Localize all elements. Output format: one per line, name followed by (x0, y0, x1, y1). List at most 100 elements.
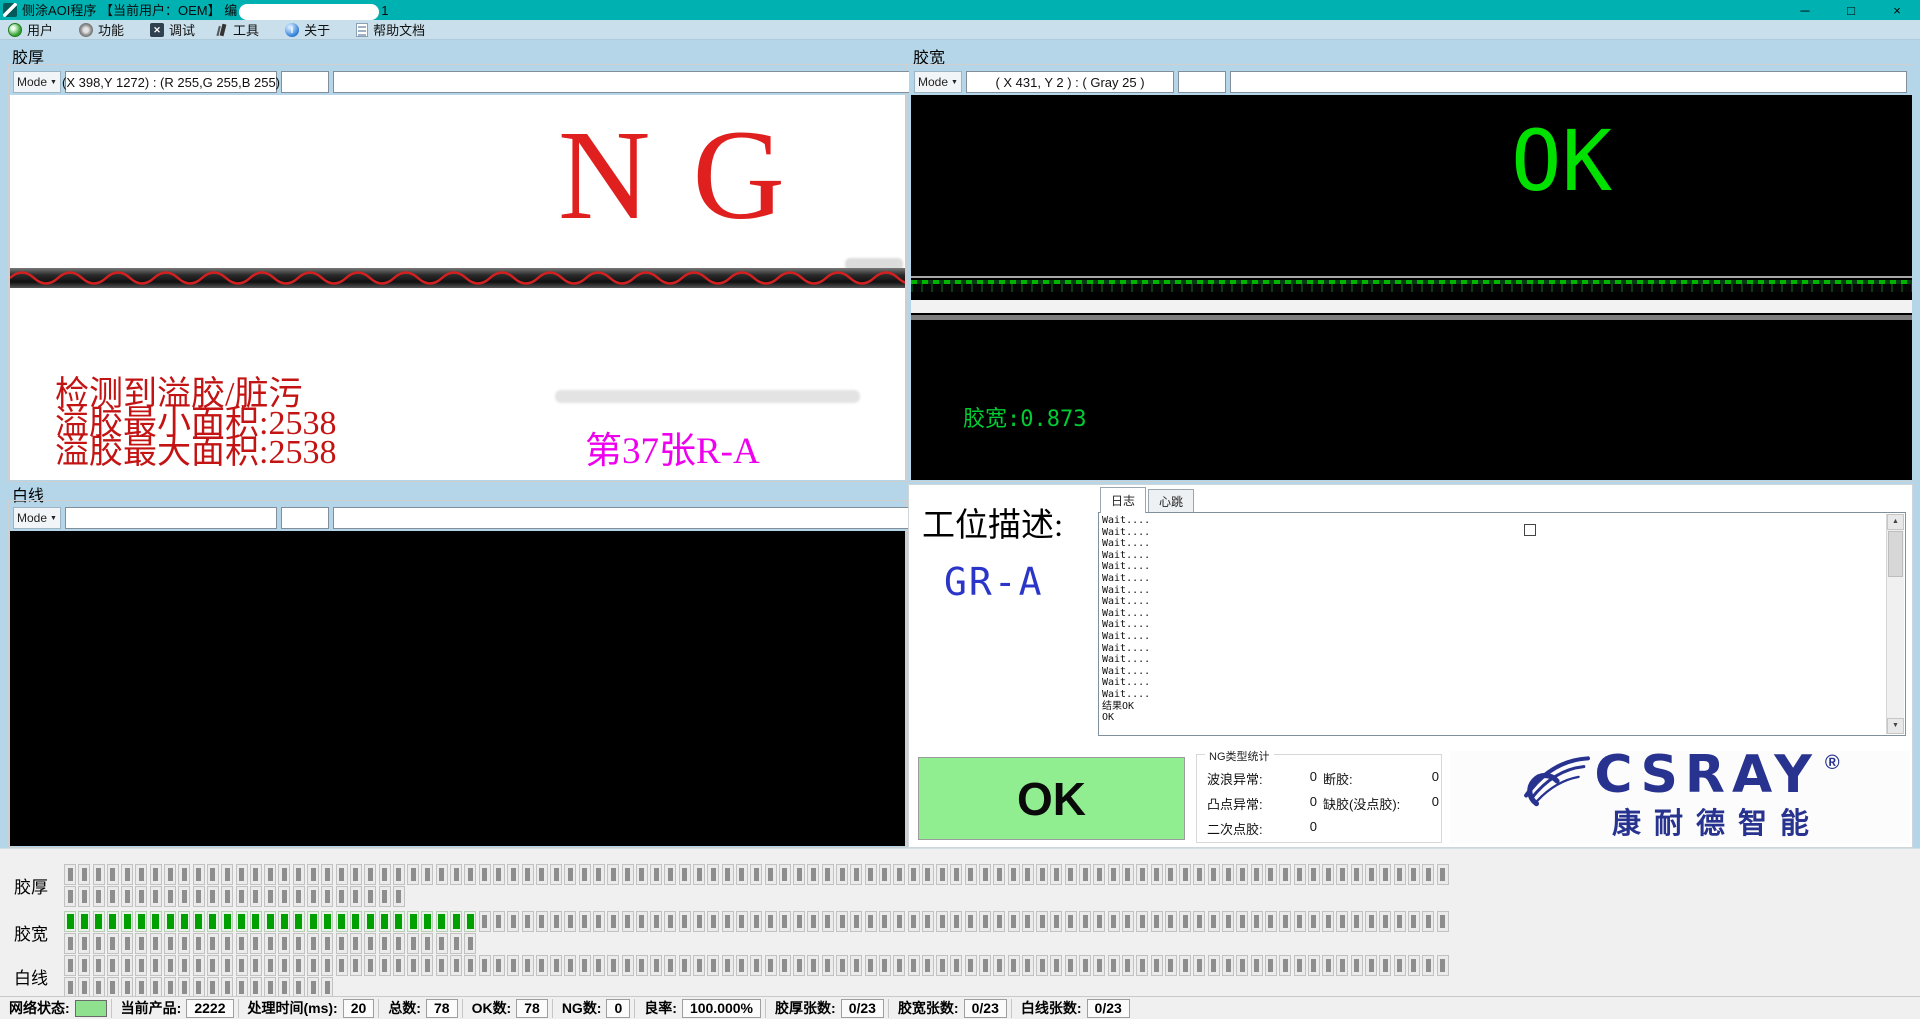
menu-item-user[interactable]: 用户 (8, 20, 53, 39)
scrollbar-thumb[interactable] (1888, 531, 1903, 577)
indicator-cell-empty (1079, 955, 1091, 976)
indicator-cell-ok (236, 911, 248, 932)
indicator-cell-empty (1408, 864, 1420, 885)
ng-stat-row: 缺胶(没点胶):0 (1323, 794, 1439, 813)
glue-width-image[interactable]: OK 胶宽:0.873 (911, 95, 1912, 480)
indicator-cell-empty (536, 864, 548, 885)
indicator-cell-empty (1179, 955, 1191, 976)
white-line-mode-dropdown[interactable]: Mode▼ (13, 507, 61, 529)
indicator-cell-ok (450, 911, 462, 932)
white-line-image[interactable] (10, 531, 905, 846)
indicator-cell-empty (1122, 911, 1134, 932)
ng-stat-value: 0 (1432, 769, 1439, 788)
indicator-cell-ok (107, 911, 119, 932)
log-scrollbar[interactable]: ▲ ▼ (1886, 514, 1904, 734)
menu-item-functions[interactable]: 功能 (79, 20, 124, 39)
menu-bar: 用户 功能 ✕ 调试 工具 i 关于 帮助文档 (0, 20, 1920, 40)
log-panel[interactable]: Wait....Wait....Wait....Wait....Wait....… (1098, 512, 1906, 736)
glue-width-mode-dropdown[interactable]: Mode▼ (914, 71, 962, 93)
indicator-cell-empty (622, 864, 634, 885)
indicator-cell-empty (1279, 955, 1291, 976)
indicator-cell-empty (693, 911, 705, 932)
minimize-button[interactable]: ─ (1782, 0, 1828, 20)
indicator-cell-empty (922, 864, 934, 885)
indicator-cell-empty (1108, 955, 1120, 976)
status-value: 100.000% (682, 999, 761, 1018)
indicator-cell-empty (1365, 864, 1377, 885)
indicator-cell-empty (1093, 955, 1105, 976)
glue-thickness-result-text: NG (558, 111, 827, 239)
menu-item-help-doc[interactable]: 帮助文档 (356, 20, 425, 39)
close-button[interactable]: × (1874, 0, 1920, 20)
indicator-cell-empty (93, 955, 105, 976)
indicator-cell-empty (979, 911, 991, 932)
indicator-cell-ok (293, 911, 305, 932)
indicator-cell-empty (1079, 911, 1091, 932)
status-segment: NG数:0 (557, 999, 630, 1018)
indicator-label-glue-thickness: 胶厚 (14, 873, 48, 898)
menu-item-tools[interactable]: 工具 (221, 20, 259, 39)
indicator-cell-empty (436, 864, 448, 885)
scroll-up-icon[interactable]: ▲ (1887, 514, 1904, 530)
indicator-cell-empty (221, 933, 233, 954)
overall-result-button[interactable]: OK (918, 757, 1185, 840)
indicator-cell-empty (1193, 955, 1205, 976)
indicator-cell-empty (1236, 864, 1248, 885)
indicator-cell-empty (107, 886, 119, 907)
scroll-down-icon[interactable]: ▼ (1887, 718, 1904, 734)
status-divider (462, 999, 463, 1018)
panel-glue-width: Mode▼ ( X 431, Y 2 ) : ( Gray 25 ) OK 胶宽… (909, 64, 1914, 482)
status-segment: 当前产品:2222 (116, 999, 234, 1018)
indicator-cell-empty (1365, 955, 1377, 976)
log-line: Wait.... (1102, 654, 1885, 666)
status-value: 78 (516, 999, 548, 1018)
indicator-cell-empty (779, 955, 791, 976)
indicator-cell-empty (150, 955, 162, 976)
white-line-pixel-readout (65, 507, 277, 529)
indicator-cell-empty (1022, 864, 1034, 885)
indicator-cell-ok (307, 911, 319, 932)
indicator-cell-empty (250, 886, 262, 907)
indicator-cell-empty (1322, 911, 1334, 932)
indicator-cell-empty (750, 911, 762, 932)
indicator-cell-empty (164, 977, 176, 998)
glue-thickness-mode-dropdown[interactable]: Mode▼ (13, 71, 61, 93)
indicator-cell-empty (607, 955, 619, 976)
white-line-toolbar-box-2 (281, 507, 329, 529)
indicator-cell-ok (121, 911, 133, 932)
menu-item-about[interactable]: i 关于 (285, 20, 330, 39)
indicator-cell-empty (850, 864, 862, 885)
glue-thickness-pixel-readout: (X 398,Y 1272) : (R 255,G 255,B 255) (65, 71, 277, 93)
indicator-cell-empty (1151, 911, 1163, 932)
menu-item-debug[interactable]: ✕ 调试 (150, 20, 195, 39)
ng-stat-row: 凸点异常:0 (1207, 794, 1317, 813)
logo-registered-mark: ® (1825, 752, 1840, 775)
capture-indicator-area: 胶厚 胶宽 白线 (0, 848, 1920, 996)
glue-width-result-text: OK (1511, 119, 1612, 203)
log-checkbox[interactable] (1524, 524, 1536, 536)
tab-heartbeat[interactable]: 心跳 (1148, 489, 1194, 513)
glue-thickness-image[interactable]: NG 检测到溢胶/脏污 溢胶最小面积:2538 溢胶最大面积:2538 第37张… (10, 95, 905, 480)
indicator-cell-empty (121, 955, 133, 976)
indicator-cell-empty (293, 955, 305, 976)
tab-log[interactable]: 日志 (1100, 487, 1146, 513)
maximize-button[interactable]: □ (1828, 0, 1874, 20)
indicator-cell-empty (1437, 911, 1449, 932)
status-label: 当前产品: (116, 998, 187, 1018)
indicator-cell-empty (450, 933, 462, 954)
indicator-cell-empty (736, 864, 748, 885)
status-divider (1011, 999, 1012, 1018)
menu-label: 关于 (304, 20, 330, 39)
frame-number-overlay: 第37张R-A (585, 433, 760, 470)
indicator-cell-empty (178, 955, 190, 976)
status-divider (552, 999, 553, 1018)
indicator-cell-empty (264, 886, 276, 907)
indicator-cell-empty (436, 955, 448, 976)
indicator-cell-empty (1151, 955, 1163, 976)
status-divider (634, 999, 635, 1018)
indicator-cell-empty (393, 955, 405, 976)
indicator-cell-empty (908, 955, 920, 976)
user-icon (8, 23, 22, 37)
indicator-cell-empty (1308, 955, 1320, 976)
indicator-cell-empty (1251, 864, 1263, 885)
